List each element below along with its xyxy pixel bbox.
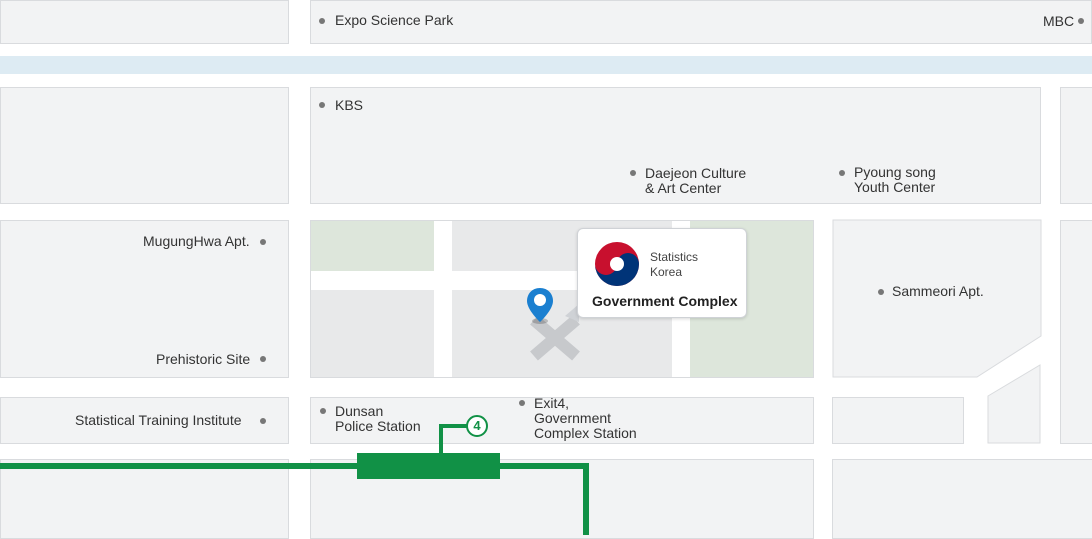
- place-dunsan-1[interactable]: Dunsan: [335, 404, 383, 419]
- location-pin-icon[interactable]: [525, 286, 555, 326]
- place-dot: [878, 289, 884, 295]
- place-expo-science-park[interactable]: Expo Science Park: [335, 13, 453, 28]
- taegeuk-logo-icon: [595, 242, 639, 286]
- place-dot: [1078, 18, 1084, 24]
- place-daejeon-culture-1[interactable]: Daejeon Culture: [645, 166, 746, 181]
- place-dot: [519, 400, 525, 406]
- place-dot: [630, 170, 636, 176]
- place-prehistoric-site[interactable]: Prehistoric Site: [156, 352, 250, 367]
- place-pyoung-song-2[interactable]: Youth Center: [854, 180, 935, 195]
- place-dot: [260, 356, 266, 362]
- place-kbs[interactable]: KBS: [335, 98, 363, 113]
- place-exit4-3[interactable]: Complex Station: [534, 426, 637, 441]
- subway-line-badge: 4: [466, 415, 488, 437]
- place-dot: [319, 18, 325, 24]
- place-sammeori-apt[interactable]: Sammeori Apt.: [892, 284, 984, 299]
- place-dot: [260, 418, 266, 424]
- place-mugunghwa-apt[interactable]: MugungHwa Apt.: [143, 234, 250, 249]
- place-mbc[interactable]: MBC: [1043, 14, 1074, 29]
- subway-line-number: 4: [473, 418, 481, 433]
- place-dot: [319, 102, 325, 108]
- map[interactable]: 4 Statistics Korea Government Complex Ex…: [0, 0, 1092, 539]
- place-exit4-1[interactable]: Exit4,: [534, 396, 569, 411]
- place-daejeon-culture-2[interactable]: & Art Center: [645, 181, 721, 196]
- callout-logo-line2: Korea: [650, 265, 683, 279]
- place-dot: [839, 170, 845, 176]
- place-pyoung-song-1[interactable]: Pyoung song: [854, 165, 936, 180]
- place-exit4-2[interactable]: Government: [534, 411, 611, 426]
- subway-line-4: [0, 424, 589, 535]
- place-statistical-training-institute[interactable]: Statistical Training Institute: [75, 413, 242, 428]
- place-dot: [260, 239, 266, 245]
- place-dot: [320, 408, 326, 414]
- callout-title: Government Complex: [592, 293, 738, 309]
- callout-logo-line1: Statistics: [650, 250, 699, 264]
- place-dunsan-2[interactable]: Police Station: [335, 419, 421, 434]
- government-complex-callout[interactable]: Statistics Korea Government Complex: [577, 228, 747, 318]
